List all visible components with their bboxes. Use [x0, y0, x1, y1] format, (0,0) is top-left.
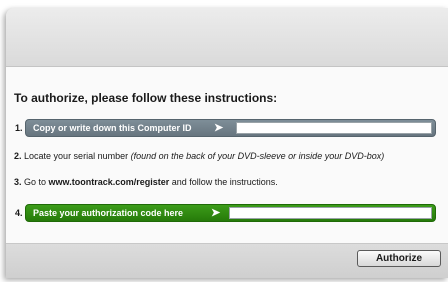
instructions-panel: To authorize, please follow these instru…: [6, 67, 448, 244]
step4-auth-code-bar: 4. Paste your authorization code here ➤: [15, 204, 436, 222]
step2-note: (found on the back of your DVD-sleeve or…: [130, 151, 385, 161]
step2-text: Locate your serial number: [24, 151, 131, 161]
step1-label: Copy or write down this Computer ID: [33, 123, 192, 133]
arrow-right-icon: ➤: [214, 122, 224, 134]
dialog-header-band: [6, 8, 448, 67]
step1-computer-id-bar: 1. Copy or write down this Computer ID ➤: [15, 119, 436, 137]
step3-row: 3. Go to www.toontrack.com/register and …: [14, 177, 278, 187]
authorize-button[interactable]: Authorize: [357, 250, 441, 267]
step1-number: 1.: [15, 123, 23, 133]
authorization-dialog: To authorize, please follow these instru…: [6, 8, 448, 278]
step4-number: 4.: [15, 208, 23, 218]
arrow-right-icon: ➤: [211, 207, 221, 219]
step3-number: 3.: [14, 177, 22, 187]
step3-suffix: and follow the instructions.: [169, 177, 278, 187]
computer-id-field[interactable]: [236, 122, 432, 134]
step2-row: 2. Locate your serial number (found on t…: [14, 151, 384, 161]
step2-number: 2.: [14, 151, 22, 161]
step3-prefix: Go to: [24, 177, 49, 187]
dialog-footer: Authorize: [6, 244, 448, 278]
instructions-heading: To authorize, please follow these instru…: [14, 91, 278, 105]
register-url-link[interactable]: www.toontrack.com/register: [49, 177, 170, 187]
auth-code-field[interactable]: [229, 207, 432, 219]
step4-label: Paste your authorization code here: [33, 208, 184, 218]
